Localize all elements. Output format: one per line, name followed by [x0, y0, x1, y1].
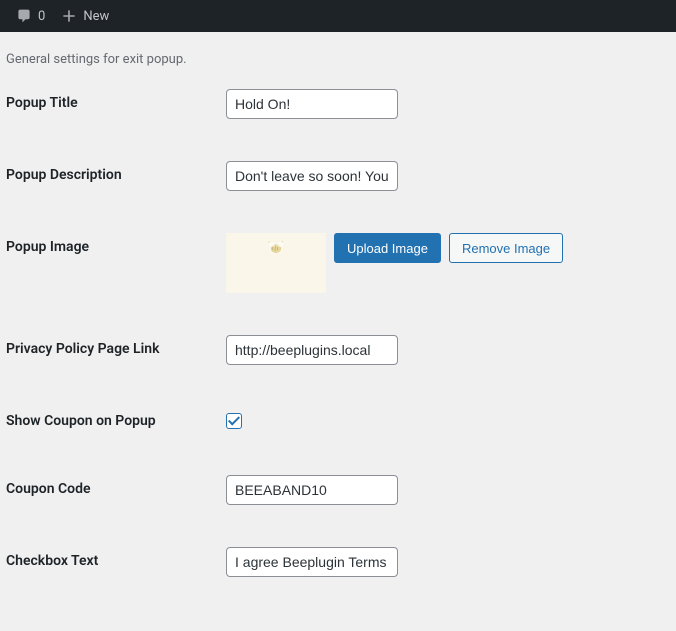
admin-bar: 0 New	[0, 0, 676, 32]
input-coupon-code[interactable]	[226, 475, 398, 505]
input-privacy-link[interactable]	[226, 335, 398, 365]
page-subtitle: General settings for exit popup.	[6, 52, 670, 67]
label-privacy-link: Privacy Policy Page Link	[6, 335, 226, 357]
label-popup-description: Popup Description	[6, 161, 226, 183]
page-content: General settings for exit popup. Popup T…	[0, 32, 676, 631]
label-popup-title: Popup Title	[6, 89, 226, 111]
admin-bar-new[interactable]: New	[53, 0, 117, 32]
input-popup-description[interactable]	[226, 161, 398, 191]
new-label: New	[83, 9, 109, 24]
row-coupon-code: Coupon Code	[6, 475, 670, 505]
input-checkbox-text[interactable]	[226, 547, 398, 577]
comment-count: 0	[38, 9, 45, 24]
upload-image-button[interactable]: Upload Image	[334, 233, 441, 263]
row-privacy-link: Privacy Policy Page Link	[6, 335, 670, 365]
bee-icon	[266, 239, 286, 255]
label-coupon-code: Coupon Code	[6, 475, 226, 497]
comment-icon	[16, 8, 32, 24]
checkbox-show-coupon[interactable]	[226, 413, 242, 429]
row-checkbox-text: Checkbox Text	[6, 547, 670, 577]
plus-icon	[61, 8, 77, 24]
label-checkbox-text: Checkbox Text	[6, 547, 226, 569]
label-popup-image: Popup Image	[6, 233, 226, 255]
settings-form: Popup Title Popup Description Popup Imag…	[6, 89, 670, 577]
remove-image-button[interactable]: Remove Image	[449, 233, 563, 263]
row-popup-title: Popup Title	[6, 89, 670, 119]
admin-bar-comments[interactable]: 0	[8, 0, 53, 32]
row-popup-description: Popup Description	[6, 161, 670, 191]
image-preview	[226, 233, 326, 293]
input-popup-title[interactable]	[226, 89, 398, 119]
row-show-coupon: Show Coupon on Popup	[6, 407, 670, 433]
row-popup-image: Popup Image Upload Im	[6, 233, 670, 293]
label-show-coupon: Show Coupon on Popup	[6, 407, 226, 429]
